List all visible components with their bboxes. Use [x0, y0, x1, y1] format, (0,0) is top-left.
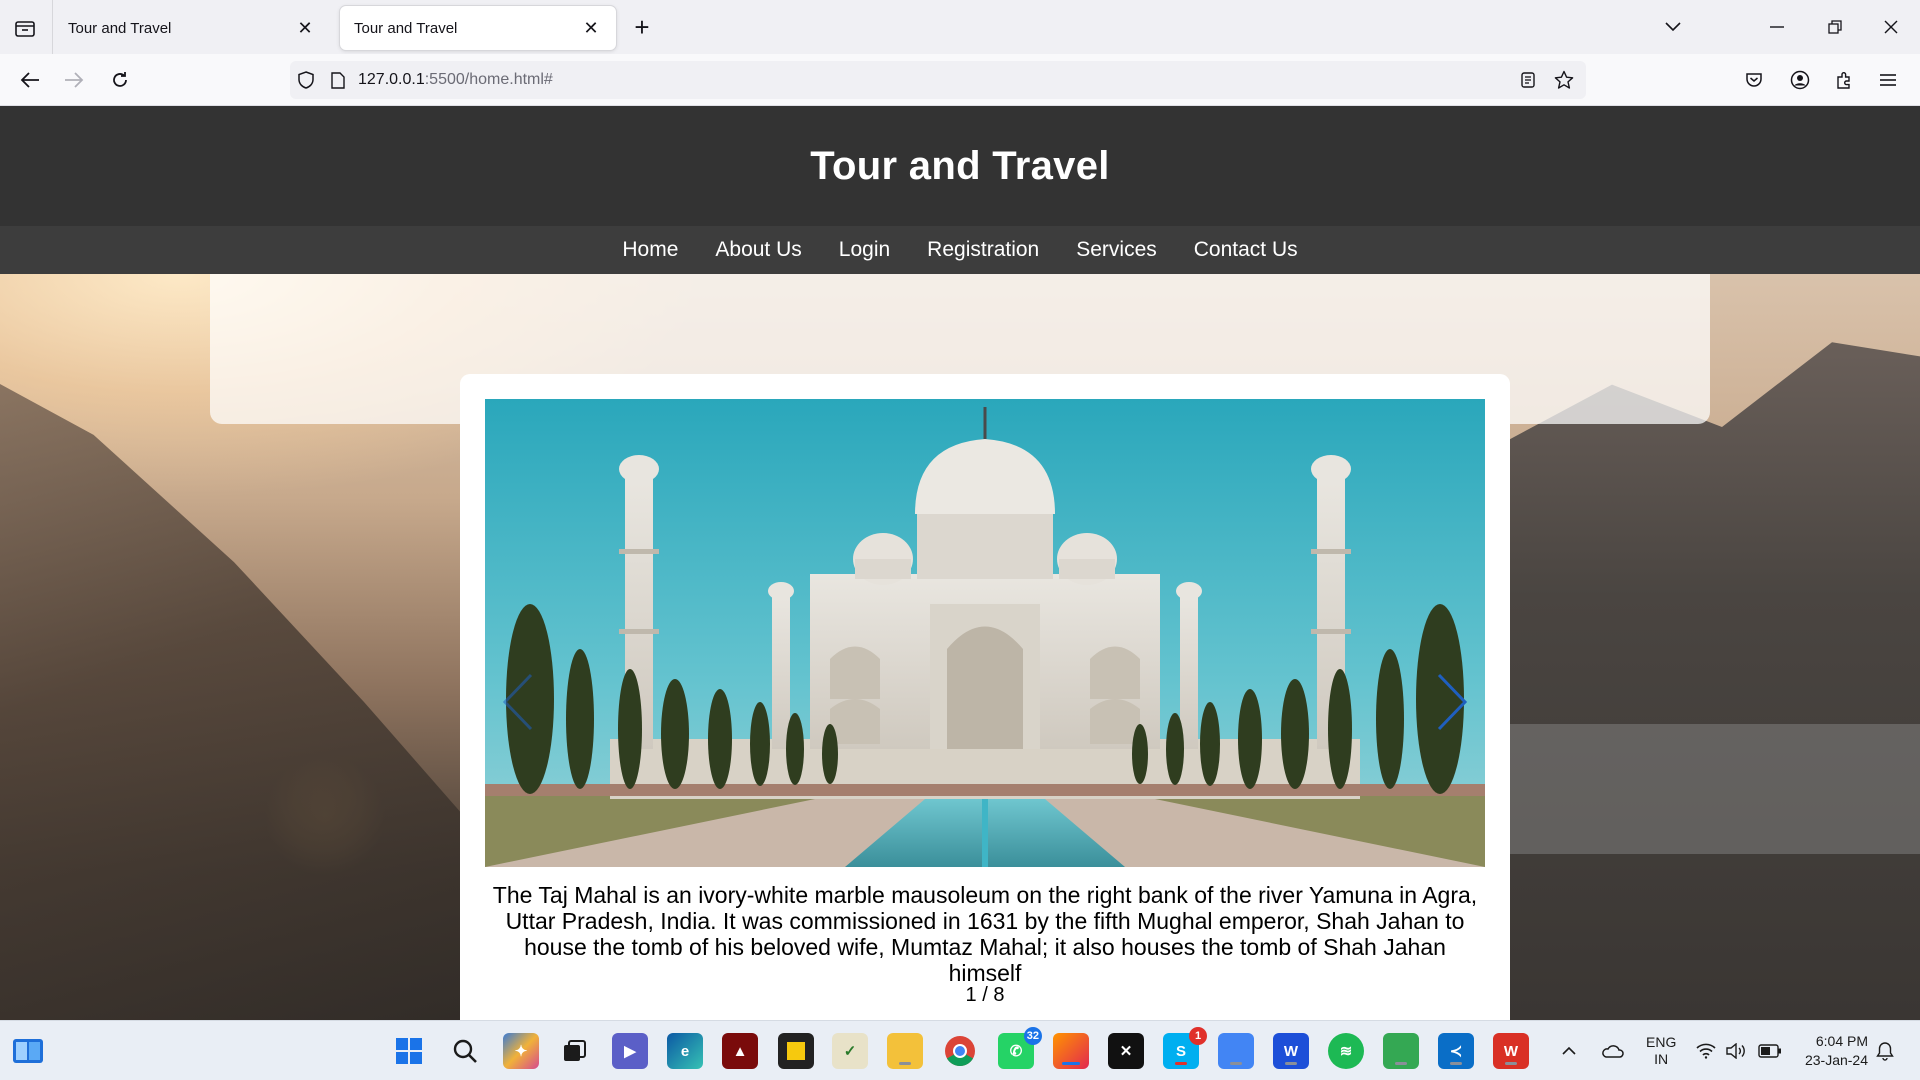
volume-icon	[1726, 1043, 1745, 1059]
slideshow: The Taj Mahal is an ivory-white marble m…	[460, 374, 1510, 1020]
chrome-profile-icon[interactable]	[1383, 1033, 1419, 1069]
web-page: Tour and Travel Home About Us Login Regi…	[0, 106, 1920, 1020]
slide-counter: 1 / 8	[965, 984, 1005, 1006]
menu-icon[interactable]	[1872, 64, 1904, 96]
account-icon[interactable]	[1784, 64, 1816, 96]
whatsapp-icon[interactable]: ✆ 32	[998, 1027, 1042, 1069]
skype-icon[interactable]: S 1	[1163, 1027, 1207, 1069]
extensions-icon[interactable]	[1828, 64, 1860, 96]
language-code: ENG	[1646, 1034, 1677, 1050]
system-tray-status[interactable]	[1696, 1021, 1782, 1080]
close-window-icon[interactable]	[1874, 10, 1908, 44]
background-mountain-left	[0, 384, 520, 1020]
clock[interactable]: 6:04 PM 23-Jan-24	[1798, 1021, 1868, 1080]
minimize-icon[interactable]	[1760, 10, 1794, 44]
whatsapp-badge: 32	[1023, 1027, 1042, 1045]
reload-icon[interactable]	[104, 64, 136, 96]
tab-list-icon[interactable]	[10, 13, 40, 43]
running-indicator	[1062, 1062, 1080, 1065]
file-explorer-icon[interactable]	[887, 1033, 923, 1069]
address-bar[interactable]: 127.0.0.1:5500/home.html#	[290, 61, 1586, 99]
page-icon	[322, 64, 354, 96]
edge-icon[interactable]: e	[667, 1033, 703, 1069]
tab-separator	[52, 0, 53, 54]
bookmark-star-icon[interactable]	[1548, 64, 1580, 96]
close-tab-icon[interactable]: ✕	[294, 17, 316, 39]
back-icon[interactable]	[14, 64, 46, 96]
shield-icon[interactable]	[290, 64, 322, 96]
background-band	[1480, 724, 1920, 854]
slide-caption: The Taj Mahal is an ivory-white marble m…	[492, 882, 1478, 986]
vscode-icon[interactable]: ≺	[1438, 1033, 1474, 1069]
nav-link-contact-us[interactable]: Contact Us	[1194, 238, 1298, 262]
app-icon[interactable]: ▲	[722, 1033, 758, 1069]
copilot-icon[interactable]: ✦	[503, 1033, 539, 1069]
windows-taskbar: ✦ ▶ e ▲ ✓ ✆ 32 ✕ S 1 W ≋ ≺ W ENG IN 6:04…	[0, 1020, 1920, 1080]
tab-title: Tour and Travel	[354, 19, 458, 37]
pocket-icon[interactable]	[1738, 64, 1770, 96]
spotify-icon[interactable]: ≋	[1328, 1033, 1364, 1069]
wps-office-icon[interactable]: W	[1493, 1033, 1529, 1069]
clock-date: 23-Jan-24	[1804, 1052, 1868, 1068]
start-icon[interactable]	[391, 1033, 427, 1069]
running-indicator	[1450, 1062, 1462, 1065]
widgets-icon[interactable]	[10, 1033, 46, 1069]
chrome-icon[interactable]	[942, 1033, 978, 1069]
clock-time: 6:04 PM	[1815, 1033, 1868, 1049]
task-view-icon[interactable]	[557, 1033, 593, 1069]
site-header: Tour and Travel	[0, 106, 1920, 226]
list-all-tabs-icon[interactable]	[1656, 10, 1690, 44]
url-host: 127.0.0.1	[358, 71, 425, 88]
url-text[interactable]: 127.0.0.1:5500/home.html#	[358, 71, 553, 89]
reader-view-icon[interactable]	[1512, 64, 1544, 96]
firefox-icon[interactable]	[1053, 1033, 1089, 1069]
webex-icon[interactable]: W	[1273, 1033, 1309, 1069]
nav-link-about-us[interactable]: About Us	[715, 238, 801, 262]
battery-icon	[1758, 1044, 1781, 1058]
slider-next-arrow[interactable]	[1432, 672, 1472, 732]
slider-prev-arrow[interactable]	[498, 672, 538, 732]
wifi-icon	[1696, 1043, 1716, 1059]
new-tab-icon[interactable]: +	[628, 14, 656, 42]
running-indicator	[1230, 1062, 1242, 1065]
nav-link-registration[interactable]: Registration	[927, 238, 1039, 262]
running-indicator	[899, 1062, 911, 1065]
running-indicator	[1285, 1062, 1297, 1065]
tab-title: Tour and Travel	[68, 19, 172, 37]
sticky-notes-icon[interactable]	[778, 1033, 814, 1069]
region-code: IN	[1654, 1051, 1669, 1067]
browser-tab-bar: Tour and Travel ✕ Tour and Travel ✕ +	[0, 0, 1920, 54]
site-title: Tour and Travel	[810, 143, 1110, 188]
show-hidden-icons-icon[interactable]	[1562, 1021, 1576, 1080]
site-nav: Home About Us Login Registration Service…	[0, 226, 1920, 274]
browser-nav-bar: 127.0.0.1:5500/home.html#	[0, 54, 1920, 106]
hero-background: The Taj Mahal is an ivory-white marble m…	[0, 274, 1920, 1020]
url-path: :5500/home.html#	[424, 71, 553, 88]
chrome-profile-icon[interactable]	[1218, 1033, 1254, 1069]
teams-chat-icon[interactable]: ▶	[612, 1033, 648, 1069]
running-indicator	[1505, 1062, 1517, 1065]
running-indicator	[1395, 1062, 1407, 1065]
skype-badge: 1	[1189, 1027, 1207, 1045]
xbox-icon[interactable]: ✕	[1108, 1033, 1144, 1069]
restore-icon[interactable]	[1818, 10, 1852, 44]
notification-bell-icon[interactable]	[1876, 1021, 1894, 1080]
forward-icon[interactable]	[58, 64, 90, 96]
slide-image-taj-mahal	[485, 399, 1485, 867]
browser-tab-active[interactable]: Tour and Travel ✕	[340, 6, 616, 50]
language-indicator[interactable]: ENG IN	[1646, 1021, 1676, 1080]
nav-link-services[interactable]: Services	[1076, 238, 1157, 262]
onedrive-icon[interactable]	[1600, 1021, 1624, 1080]
browser-tab[interactable]: Tour and Travel ✕	[54, 6, 330, 50]
nav-link-login[interactable]: Login	[839, 238, 890, 262]
close-tab-icon[interactable]: ✕	[580, 17, 602, 39]
search-icon[interactable]	[447, 1033, 483, 1069]
running-indicator	[1175, 1062, 1187, 1065]
app-icon[interactable]: ✓	[832, 1033, 868, 1069]
nav-link-home[interactable]: Home	[622, 238, 678, 262]
